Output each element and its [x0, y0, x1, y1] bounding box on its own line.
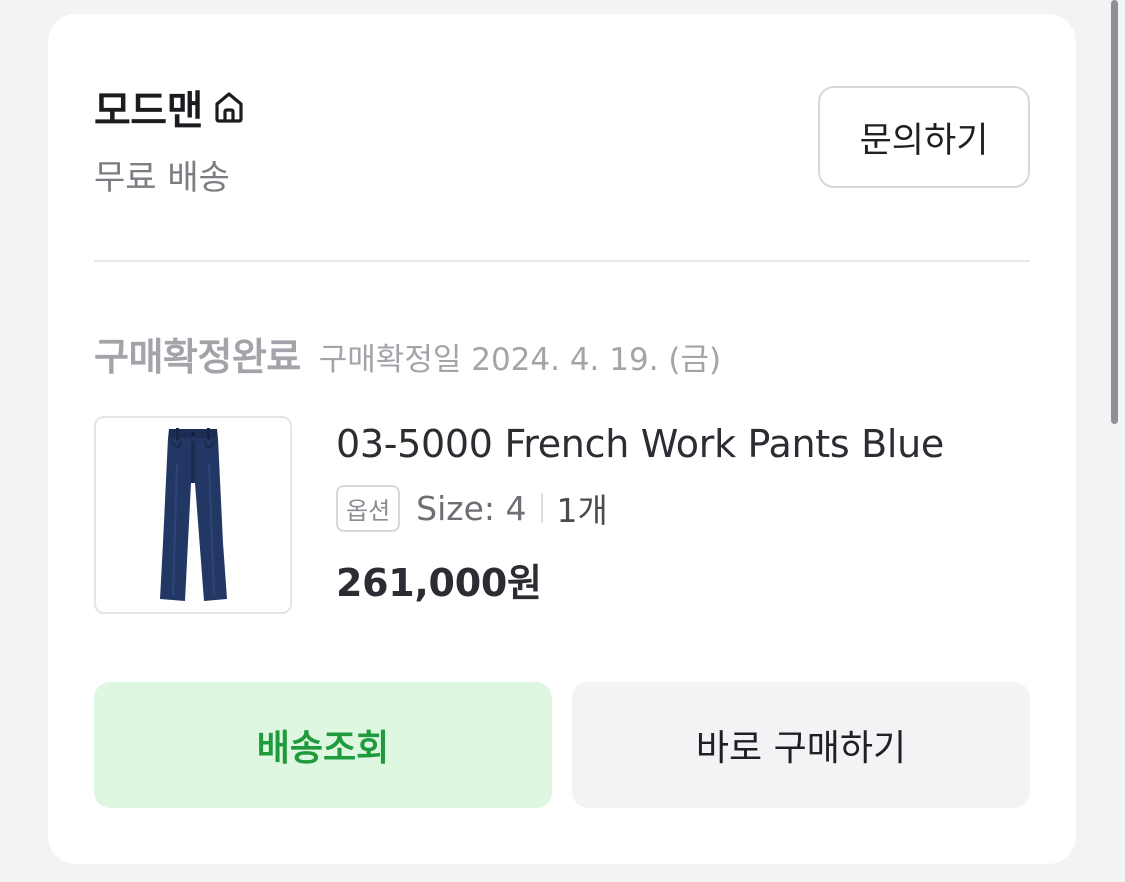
- pants-image: [160, 428, 227, 601]
- option-separator: [540, 493, 543, 523]
- buy-again-button[interactable]: 바로 구매하기: [572, 682, 1030, 808]
- page-scrollbar[interactable]: [1111, 0, 1118, 424]
- product-info: 03-5000 French Work Pants Blue 옵션 Size: …: [336, 422, 1046, 607]
- product-name[interactable]: 03-5000 French Work Pants Blue: [336, 422, 1046, 466]
- seller-name-group[interactable]: 모드맨: [94, 78, 249, 136]
- option-badge: 옵션: [336, 484, 401, 532]
- product-price: 261,000원: [336, 561, 542, 605]
- seller-name[interactable]: 모드맨: [94, 78, 203, 136]
- seller-header: 모드맨 무료 배송 문의하기: [94, 78, 1030, 208]
- order-status-row: 구매확정완료 구매확정일 2024. 4. 19. (금): [94, 326, 721, 381]
- option-quantity: 1개: [556, 491, 608, 530]
- order-status: 구매확정완료: [94, 335, 301, 379]
- option-size: Size: 4: [416, 488, 527, 528]
- shipping-info: 무료 배송: [94, 158, 230, 198]
- confirm-date: 구매확정일 2024. 4. 19. (금): [318, 342, 722, 378]
- inquiry-button[interactable]: 문의하기: [818, 86, 1030, 188]
- section-divider: [94, 260, 1030, 262]
- home-icon[interactable]: [209, 87, 249, 127]
- product-option-row: 옵션 Size: 4 1개: [336, 484, 1046, 532]
- product-thumbnail[interactable]: [94, 416, 292, 614]
- order-card: 모드맨 무료 배송 문의하기 구매확정완료 구매확정일 2024. 4. 19.…: [48, 14, 1076, 864]
- track-shipping-button[interactable]: 배송조회: [94, 682, 552, 808]
